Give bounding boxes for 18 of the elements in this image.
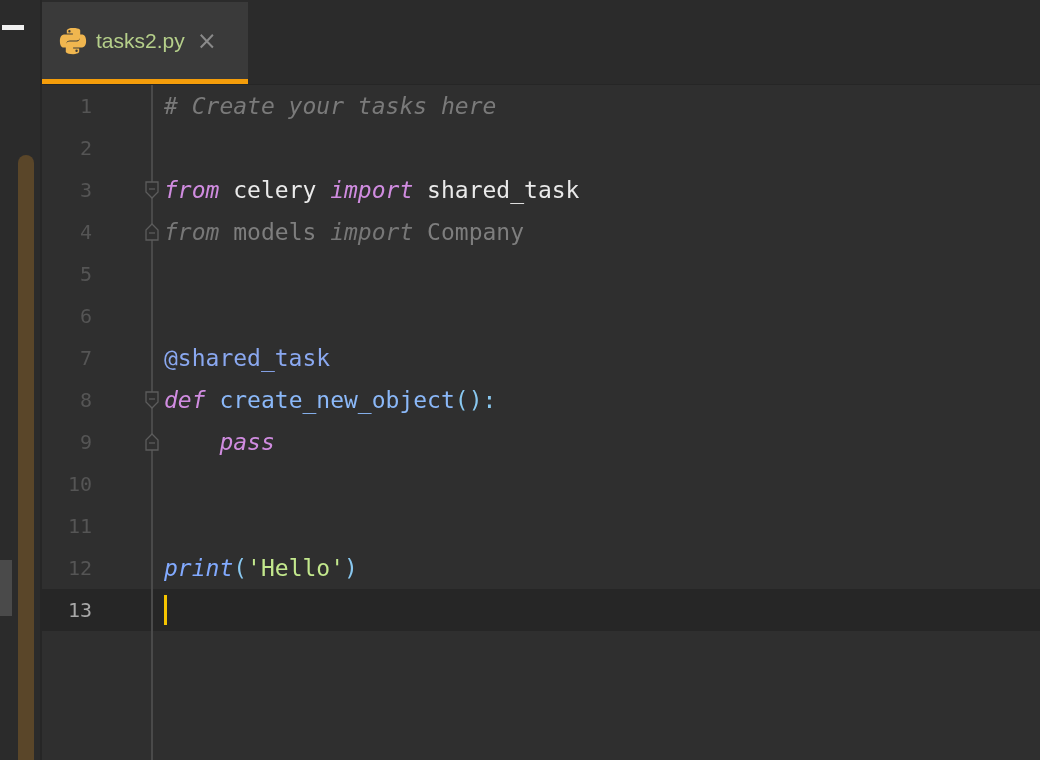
tab-label: tasks2.py	[96, 28, 185, 53]
fold-icon[interactable]	[145, 433, 159, 451]
fold-icon[interactable]	[145, 223, 159, 241]
line-number: 13	[67, 598, 92, 622]
code-line: print('Hello')	[164, 555, 358, 581]
code-line: pass	[218, 429, 275, 455]
file-tab[interactable]: tasks2.py ×	[42, 2, 248, 84]
panel-edge	[0, 560, 12, 616]
text-cursor	[164, 595, 167, 625]
code-line: from celery import shared_task	[164, 177, 580, 203]
code-line: def create_new_object():	[164, 387, 497, 413]
code-line: from models import Company	[164, 219, 525, 245]
code-line: @shared_task	[164, 345, 331, 371]
fold-icon[interactable]	[145, 181, 159, 199]
python-icon	[58, 25, 88, 56]
fold-icon[interactable]	[145, 391, 159, 409]
scrollbar-thumb[interactable]	[18, 155, 34, 760]
code-line: # Create your tasks here	[164, 93, 497, 119]
